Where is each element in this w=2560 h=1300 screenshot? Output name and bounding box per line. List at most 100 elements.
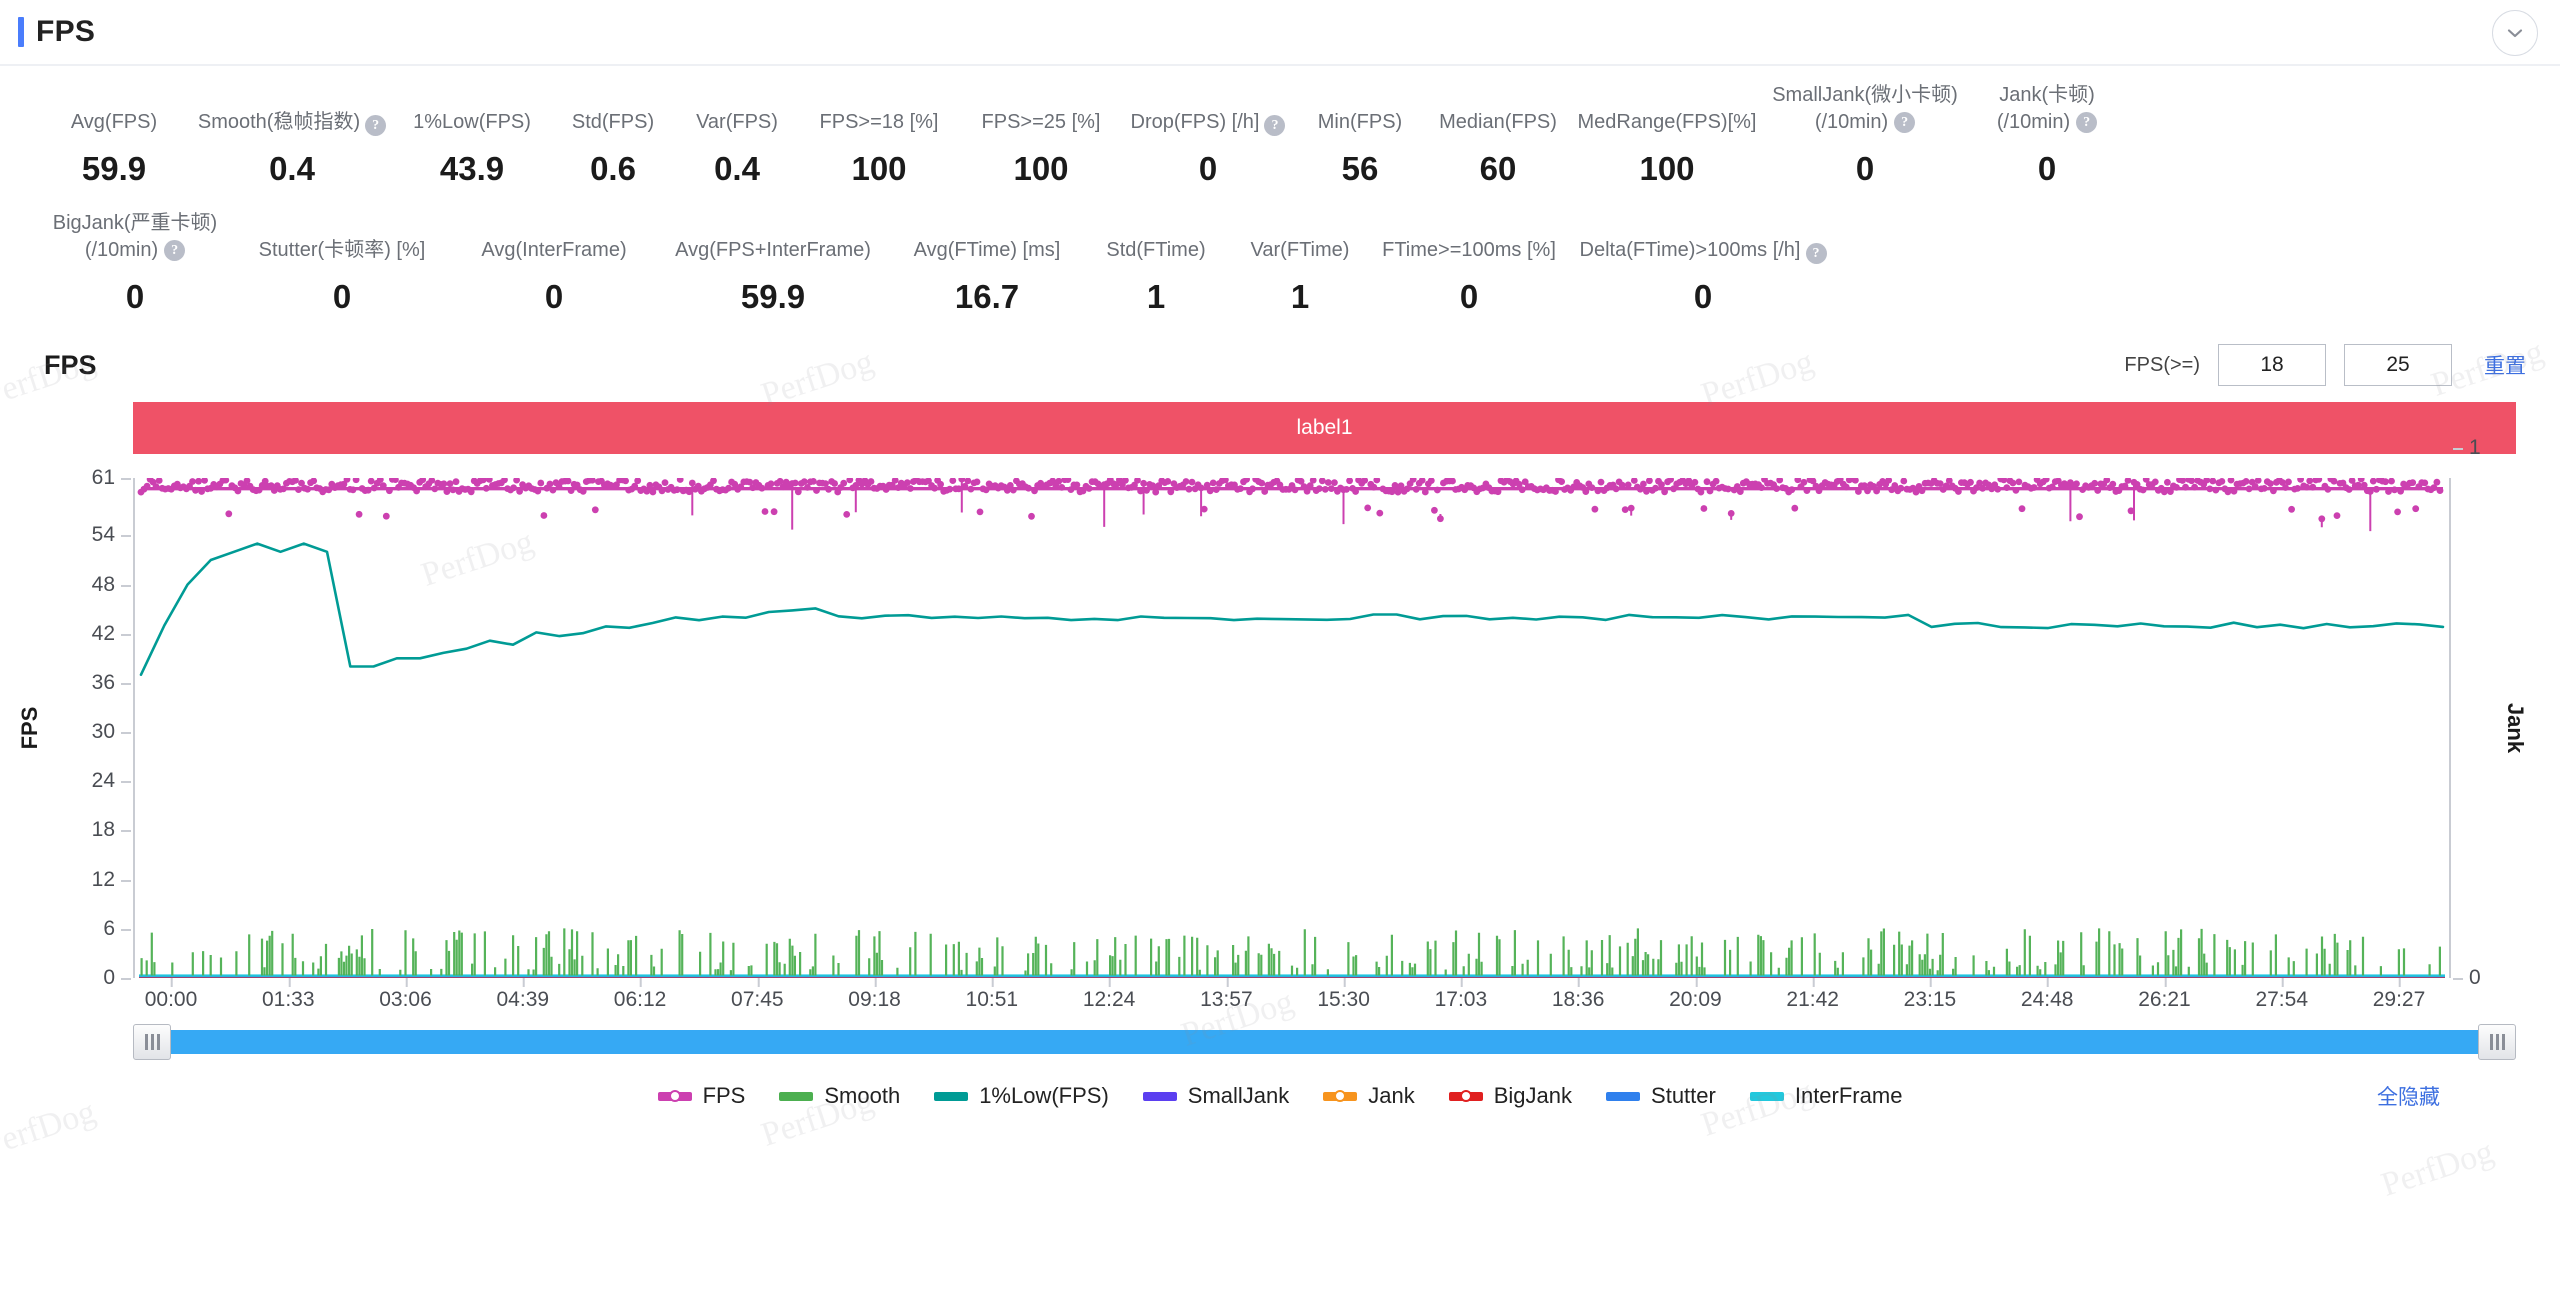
metric-label-text: Delta(FTime)>100ms [/h] (1579, 239, 1801, 261)
help-icon[interactable]: ? (164, 240, 186, 261)
metric-cell: FTime>=100ms [%] 0 (1372, 210, 1566, 316)
metric-value: 0 (332, 278, 352, 315)
metric-label-text: Var(FPS) (696, 111, 778, 133)
y-axis-title: FPS (17, 706, 42, 750)
metric-label: Var(FTime) (1251, 210, 1350, 264)
x-axis-tick: 27:54 (2255, 978, 2309, 1011)
x-axis-tick: 15:30 (1317, 978, 1370, 1011)
help-icon[interactable]: ? (2076, 112, 2098, 133)
metric-value: 0 (544, 278, 564, 315)
metric-label: FTime>=100ms [%] (1382, 210, 1556, 264)
chart-plot-wrapper: FPS Jank 0 6 12 18 24 30 36 42 48 54 61 0 1 00:00 01… (0, 436, 2560, 1018)
x-axis-tick: 00:00 (144, 978, 198, 1011)
y-axis-tick: 30 (92, 720, 133, 744)
x-axis-tick: 13:57 (1200, 978, 1253, 1011)
x-axis-tick: 01:33 (261, 978, 315, 1011)
legend-label: InterFrame (1794, 1083, 1903, 1108)
help-icon[interactable]: ? (1894, 112, 1916, 133)
metric-cell: Median(FPS) 60 (1426, 82, 1570, 188)
metric-cell: BigJank(严重卡顿) (/10min)? 0 (38, 210, 232, 316)
metrics-summary: Avg(FPS) 59.9 Smooth(稳帧指数)? 0.4 1%Low(FPS) 43… (0, 66, 2560, 320)
range-handle-left-icon[interactable] (133, 1024, 171, 1060)
metric-label-text: 1%Low(FPS) (413, 111, 531, 133)
legend-item-stutter[interactable]: Stutter (1606, 1083, 1716, 1109)
legend-item-bigjank[interactable]: BigJank (1448, 1083, 1573, 1109)
metric-label: 1%Low(FPS) (413, 82, 531, 136)
metric-value: 60 (1479, 150, 1517, 187)
page-title: FPS (36, 15, 96, 48)
metric-cell: FPS>=25 [%] 100 (960, 82, 1122, 188)
range-handle-right-icon[interactable] (2478, 1024, 2516, 1060)
metric-label-text: Min(FPS) (1317, 111, 1403, 133)
metric-label: Avg(FTime) [ms] (914, 210, 1061, 264)
x-axis-tick: 23:15 (1903, 978, 1957, 1011)
metric-cell: Std(FPS) 0.6 (550, 82, 676, 188)
series-canvas (137, 478, 2445, 978)
help-icon[interactable]: ? (1805, 243, 1827, 264)
help-icon[interactable]: ? (1264, 115, 1286, 136)
y-axis-tick: 6 (103, 917, 133, 941)
metric-value: 0 (1855, 150, 1875, 187)
reset-button[interactable]: 重置 (2484, 350, 2526, 380)
y-axis-tick: 24 (92, 769, 133, 793)
metric-value: 100 (1639, 150, 1695, 187)
time-range-scrollbar[interactable] (133, 1024, 2516, 1060)
x-axis-tick: 09:18 (848, 978, 901, 1011)
metrics-row-2: BigJank(严重卡顿) (/10min)? 0 Stutter(卡顿率) [%] 0… (0, 210, 2560, 316)
legend-item-smooth[interactable]: Smooth (779, 1083, 900, 1109)
range-track[interactable] (133, 1030, 2516, 1054)
metric-cell: Stutter(卡顿率) [%] 0 (232, 210, 452, 316)
metric-label: Std(FTime) (1106, 210, 1205, 264)
metric-cell: SmallJank(微小卡顿) (/10min)? 0 (1764, 82, 1966, 188)
metric-cell: Avg(InterFrame) 0 (452, 210, 656, 316)
chart-header: FPS FPS(>=) 重置 (0, 342, 2560, 388)
legend-label: 1%Low(FPS) (979, 1083, 1109, 1108)
metric-cell: Min(FPS) 56 (1294, 82, 1426, 188)
x-axis-tick: 29:27 (2372, 978, 2426, 1011)
metric-cell: Avg(FTime) [ms] 16.7 (890, 210, 1084, 316)
legend-swatch-icon (1448, 1091, 1483, 1101)
y-axis-tick: 54 (92, 523, 133, 547)
x-axis-tick: 24:48 (2020, 978, 2074, 1011)
x-axis-tick: 17:03 (1434, 978, 1488, 1011)
metric-label-text: Std(FTime) (1106, 239, 1206, 261)
legend-item-smalljank[interactable]: SmallJank (1142, 1083, 1289, 1109)
metric-label: Smooth(稳帧指数)? (198, 82, 387, 136)
metric-label: SmallJank(微小卡顿) (/10min)? (1772, 82, 1958, 136)
metric-cell: Jank(卡顿) (/10min)? 0 (1966, 82, 2128, 188)
x-axis-tick: 10:51 (965, 978, 1019, 1011)
collapse-toggle-button[interactable] (2492, 10, 2538, 56)
chevron-down-icon (2505, 23, 2525, 43)
x-axis-tick: 06:12 (613, 978, 667, 1011)
metric-label-text: Median(FPS) (1439, 111, 1557, 133)
legend-label: Stutter (1651, 1083, 1716, 1108)
metric-label: Std(FPS) (572, 82, 654, 136)
metric-label-text: MedRange(FPS)[%] (1577, 111, 1757, 133)
legend-item-fps[interactable]: FPS (657, 1083, 745, 1109)
hide-all-button[interactable]: 全隐藏 (2377, 1081, 2440, 1111)
metric-label: BigJank(严重卡顿) (/10min)? (53, 210, 217, 264)
legend-label: BigJank (1493, 1083, 1573, 1108)
fps-threshold-low-input[interactable] (2218, 344, 2326, 386)
metric-label: Stutter(卡顿率) [%] (259, 210, 426, 264)
y-axis-tick: 0 (103, 966, 133, 990)
help-icon[interactable]: ? (365, 115, 387, 136)
metric-cell: Avg(FPS+InterFrame) 59.9 (656, 210, 890, 316)
x-axis-tick: 07:45 (731, 978, 784, 1011)
chart-legend: FPS Smooth 1%Low(FPS) SmallJank Jank BigJank S… (0, 1076, 2560, 1116)
metrics-row-1: Avg(FPS) 59.9 Smooth(稳帧指数)? 0.4 1%Low(FPS) 43… (0, 82, 2560, 188)
metric-cell: Delta(FTime)>100ms [/h]? 0 (1566, 210, 1840, 316)
metric-label-line1: SmallJank(微小卡顿) (1772, 84, 1958, 106)
metric-label: Avg(FPS+InterFrame) (675, 210, 871, 264)
plot-area[interactable]: 0 6 12 18 24 30 36 42 48 54 61 0 1 (92, 436, 2481, 989)
y-axis-tick: 12 (92, 868, 133, 892)
legend-item-interframe[interactable]: InterFrame (1749, 1083, 1903, 1109)
metric-label-text: Std(FPS) (571, 111, 655, 133)
legend-item-1-low-fps[interactable]: 1%Low(FPS) (934, 1083, 1109, 1109)
metric-value: 0.4 (269, 150, 315, 187)
legend-item-jank[interactable]: Jank (1323, 1083, 1415, 1109)
y-axis-tick: 18 (92, 818, 133, 842)
label-band[interactable]: label1 (133, 402, 2516, 454)
chart-title: FPS (44, 349, 97, 380)
fps-threshold-high-input[interactable] (2344, 344, 2452, 386)
